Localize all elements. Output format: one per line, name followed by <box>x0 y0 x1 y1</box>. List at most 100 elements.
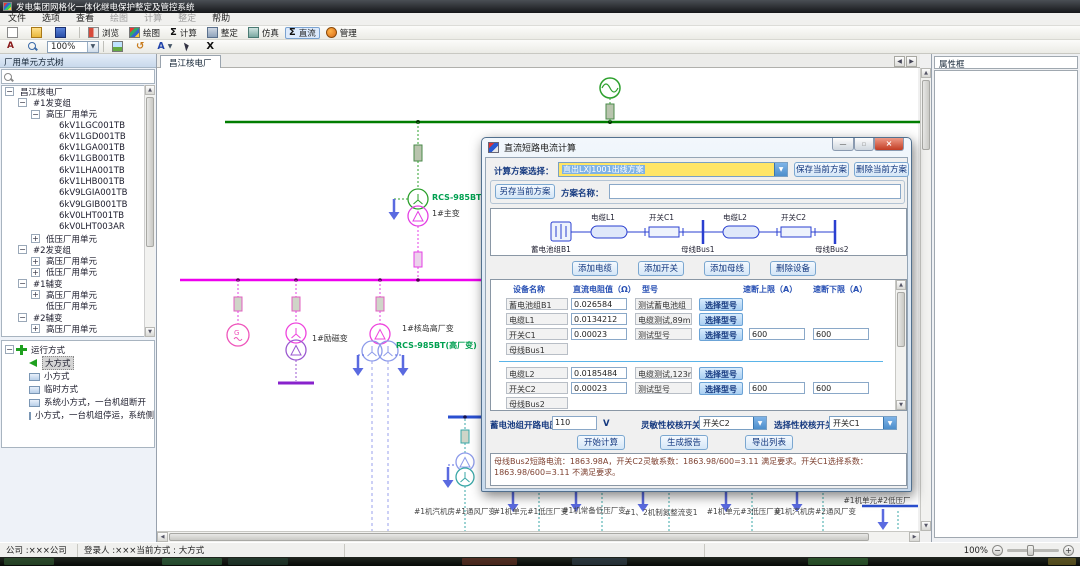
expander-icon[interactable] <box>18 279 27 288</box>
resistance-input[interactable]: 0.00023 <box>571 328 627 340</box>
minimize-button[interactable]: — <box>832 138 854 151</box>
new-file-button[interactable] <box>3 27 25 39</box>
taskbar-item[interactable] <box>1048 558 1076 565</box>
delete-tool-button[interactable]: X <box>202 41 221 53</box>
canvas-vertical-scrollbar[interactable]: ▲ ▼ <box>920 68 931 531</box>
generator[interactable]: G <box>227 280 249 346</box>
taskbar-item[interactable] <box>808 558 868 565</box>
menu-item[interactable]: 帮助 <box>204 13 238 26</box>
zoom-in-button[interactable]: + <box>1063 545 1074 556</box>
battery-voltage-input[interactable]: 110 <box>552 416 597 430</box>
tree-item[interactable]: 6kV1LGC001TB <box>2 120 154 131</box>
expander-icon[interactable] <box>31 110 40 119</box>
maximize-button[interactable]: ▫ <box>854 138 874 151</box>
font-tool-button[interactable] <box>3 41 21 53</box>
tree-item[interactable]: 6kV1LGD001TB <box>2 131 154 142</box>
expander-icon[interactable] <box>44 166 53 175</box>
start-calculation-button[interactable]: 开始计算 <box>577 435 625 450</box>
scroll-up-icon[interactable]: ▲ <box>145 85 155 95</box>
scroll-up-icon[interactable]: ▲ <box>921 68 931 78</box>
expander-icon[interactable] <box>18 384 27 393</box>
undo-button[interactable] <box>132 41 151 53</box>
resistance-input[interactable]: 0.0185484 <box>571 367 627 379</box>
expander-icon[interactable] <box>31 257 40 266</box>
export-list-button[interactable]: 导出列表 <box>745 435 793 450</box>
taskbar-item[interactable] <box>572 558 627 565</box>
expander-icon[interactable] <box>5 87 14 96</box>
scrollbar-thumb[interactable] <box>922 80 930 150</box>
add-device-button[interactable]: 删除设备 <box>770 261 816 276</box>
expander-icon[interactable] <box>18 397 27 406</box>
tree-item[interactable]: 小方式，一台机组停运，系统侧断开 <box>2 408 154 421</box>
toolbar-button[interactable]: 计算 <box>166 27 201 39</box>
taskbar-item[interactable] <box>228 558 288 565</box>
scroll-up-icon[interactable]: ▲ <box>896 280 906 290</box>
tree-item[interactable]: 小方式 <box>2 369 154 382</box>
save-scheme-button[interactable]: 保存当前方案 <box>794 162 849 177</box>
tree-item[interactable]: #2发变组 <box>2 244 154 255</box>
taskbar-item[interactable] <box>4 558 54 565</box>
close-button[interactable]: × <box>874 138 904 151</box>
chevron-down-icon[interactable]: ▼ <box>774 163 787 176</box>
selectivity-switch-combo[interactable]: 开关C1 ▼ <box>829 416 897 430</box>
resistance-input[interactable]: 0.00023 <box>571 382 627 394</box>
magnifier-button[interactable] <box>23 41 45 53</box>
tree-item[interactable]: 6kV0LHT003AR <box>2 222 154 233</box>
add-device-button[interactable]: 添加电缆 <box>572 261 618 276</box>
tree-item[interactable]: 临时方式 <box>2 382 154 395</box>
generate-report-button[interactable]: 生成报告 <box>660 435 708 450</box>
tree-item[interactable]: 6kV1LGA001TB <box>2 142 154 153</box>
tree-item[interactable]: 高压厂用单元 <box>2 289 154 300</box>
tree-scrollbar[interactable]: ▲ ▼ <box>144 85 155 337</box>
tree-item[interactable]: 6kV9LGIA001TB <box>2 188 154 199</box>
zoom-slider-thumb[interactable] <box>1027 545 1034 556</box>
select-model-button[interactable]: 选择型号 <box>699 298 743 311</box>
taskbar-item[interactable] <box>462 558 517 565</box>
tree-item[interactable]: 大方式 <box>2 356 154 369</box>
resistance-input[interactable]: 0.026584 <box>571 298 627 310</box>
select-model-button[interactable]: 选择型号 <box>699 328 743 341</box>
toolbar-button[interactable]: 管理 <box>322 27 361 39</box>
open-file-button[interactable] <box>27 27 49 39</box>
expander-icon[interactable] <box>18 371 27 380</box>
table-scrollbar[interactable]: ▲ ▼ <box>895 280 906 410</box>
scroll-down-icon[interactable]: ▼ <box>921 521 931 531</box>
tree-item[interactable]: #1发变组 <box>2 97 154 108</box>
menu-item[interactable]: 绘图 <box>102 13 136 26</box>
circuit-diagram[interactable]: 电缆L1 开关C1 电缆L2 开关C2 蓄电池组B1 母线Bus1 母线Bus2 <box>490 208 907 256</box>
upper-limit-input[interactable]: 600 <box>749 328 805 340</box>
scroll-down-icon[interactable]: ▼ <box>896 400 906 410</box>
tree-item[interactable]: #2辅变 <box>2 312 154 323</box>
properties-panel-body[interactable] <box>934 70 1078 538</box>
sensitivity-switch-combo[interactable]: 开关C2 ▼ <box>699 416 767 430</box>
tree-item[interactable]: 高压厂用单元 <box>2 109 154 120</box>
tree-item[interactable]: 低压厂用单元 <box>2 301 154 312</box>
text-tool-button[interactable]: A▼ <box>153 41 176 53</box>
expander-icon[interactable] <box>44 223 53 232</box>
scrollbar-thumb[interactable] <box>169 533 869 541</box>
expander-icon[interactable] <box>18 245 27 254</box>
expander-icon[interactable] <box>44 121 53 130</box>
hv-bus[interactable] <box>225 120 920 124</box>
expander-icon[interactable] <box>44 155 53 164</box>
expander-icon[interactable] <box>31 302 40 311</box>
add-device-button[interactable]: 添加开关 <box>638 261 684 276</box>
tree-item[interactable]: 系统小方式，一台机组断开 <box>2 395 154 408</box>
chevron-down-icon[interactable]: ▼ <box>87 42 98 52</box>
expander-icon[interactable] <box>18 98 27 107</box>
system-source[interactable] <box>600 78 620 122</box>
taskbar-item[interactable] <box>162 558 222 565</box>
lower-limit-input[interactable]: 600 <box>813 382 869 394</box>
expander-icon[interactable] <box>31 290 40 299</box>
image-tool-button[interactable] <box>108 41 130 53</box>
tree-item[interactable]: 6kV9LGIB001TB <box>2 199 154 210</box>
tree-item[interactable]: 低压厂用单元 <box>2 267 154 278</box>
chevron-down-icon[interactable]: ▼ <box>883 417 896 429</box>
zoom-out-button[interactable]: − <box>992 545 1003 556</box>
tree-item[interactable]: 昌江核电厂 <box>2 86 154 97</box>
expander-icon[interactable] <box>18 358 27 367</box>
menu-item[interactable]: 选项 <box>34 13 68 26</box>
tree-item[interactable]: #1辅变 <box>2 278 154 289</box>
scroll-right-icon[interactable]: ▶ <box>909 532 920 542</box>
search-input[interactable] <box>14 71 154 83</box>
